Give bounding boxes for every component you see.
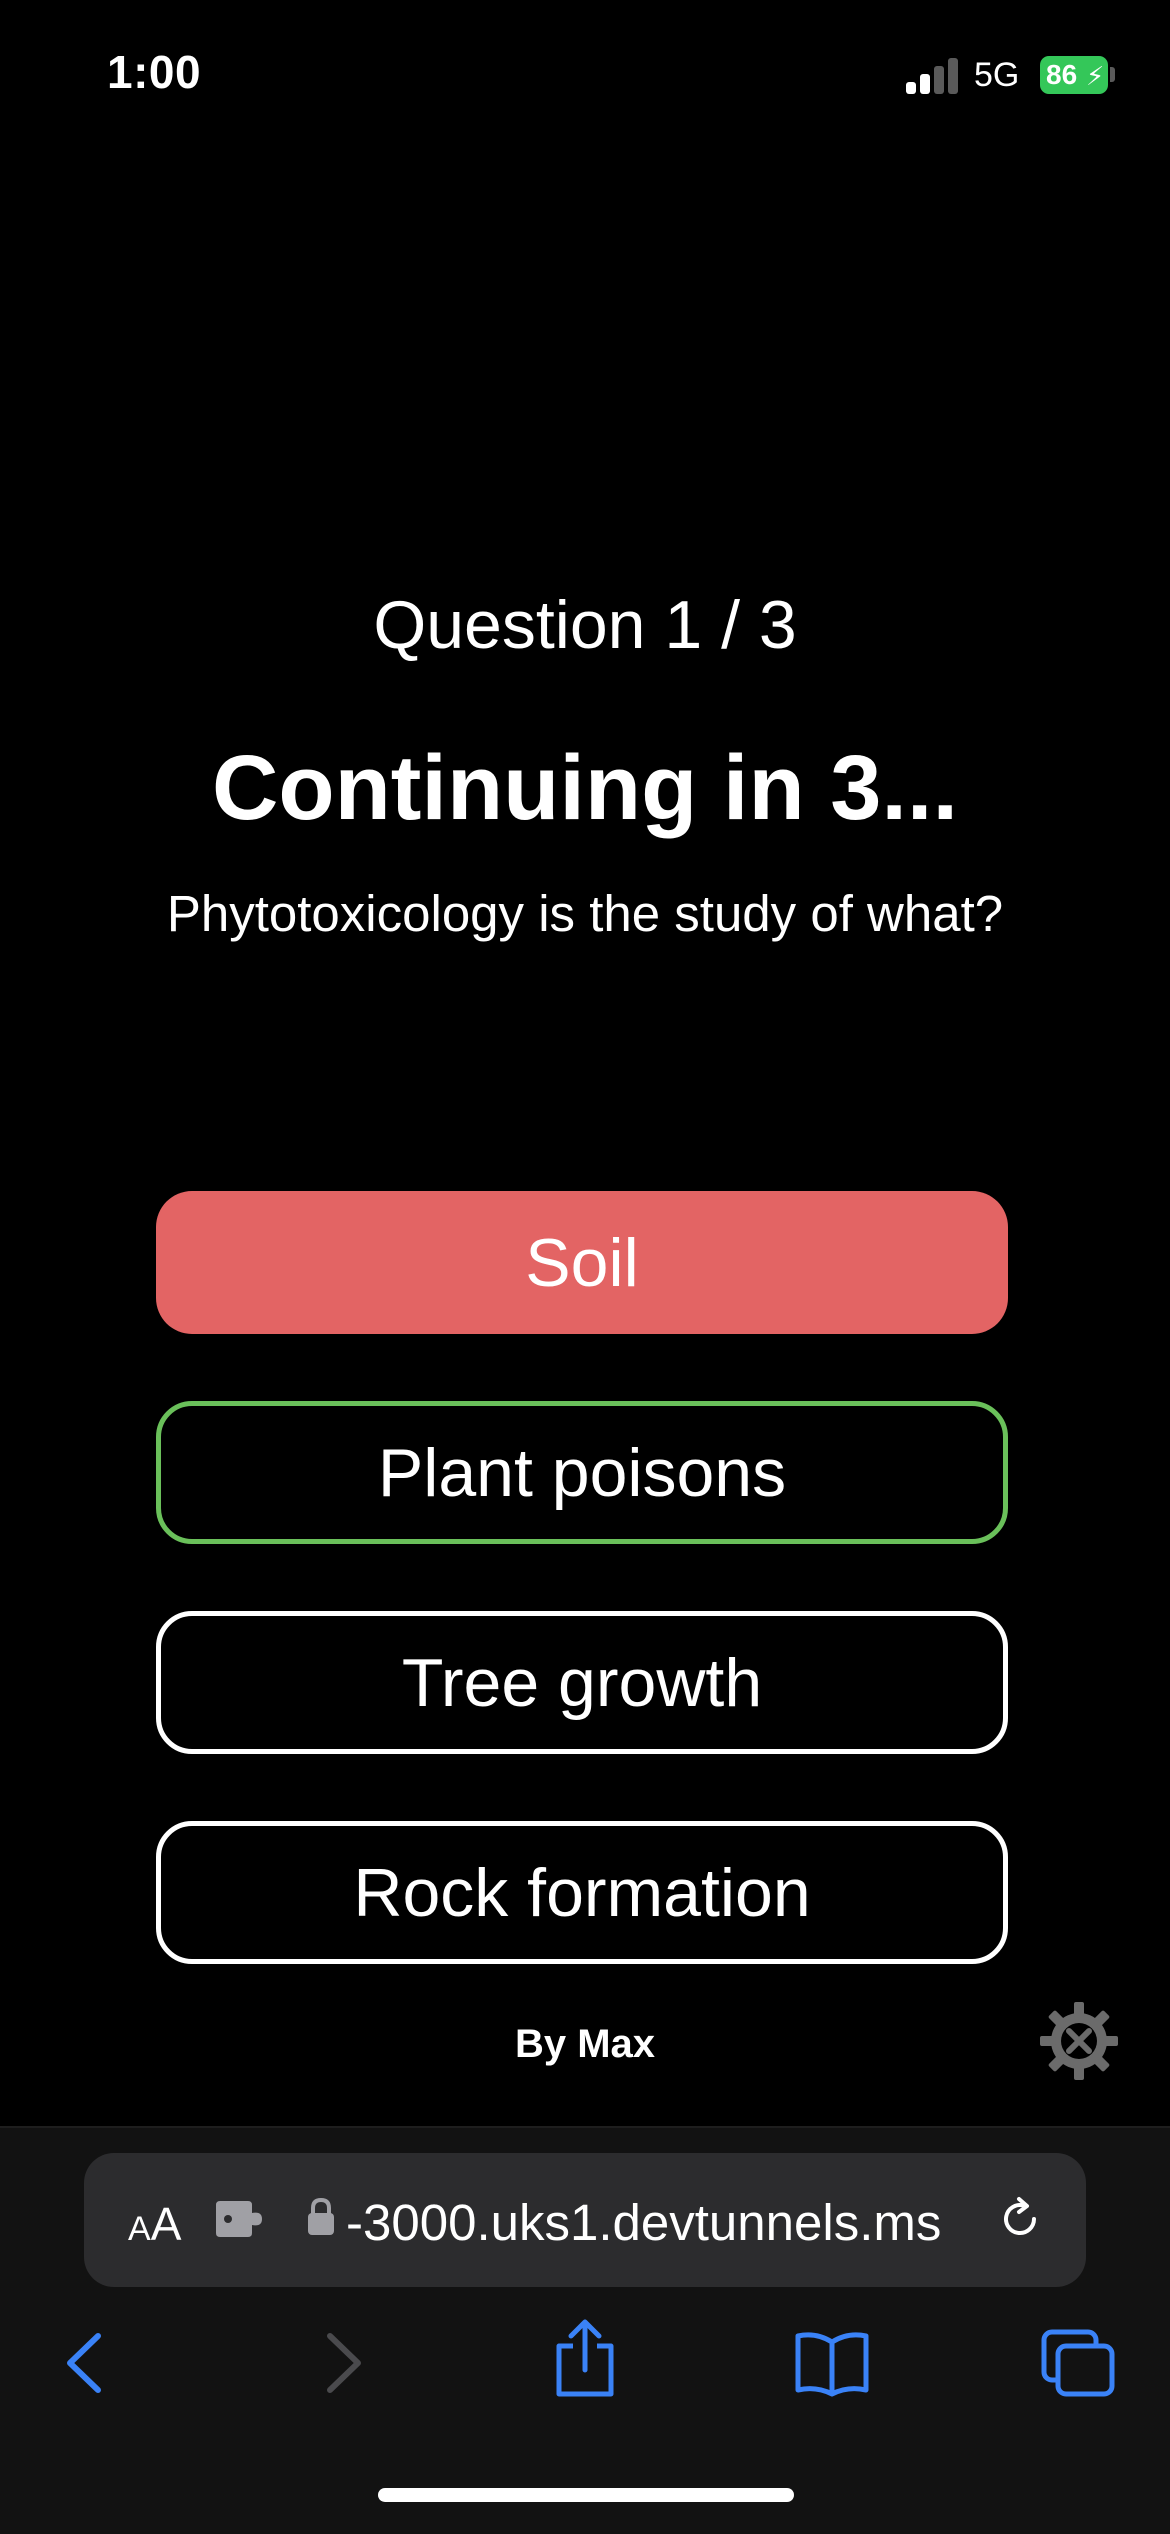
question-counter: Question 1 / 3 — [373, 587, 797, 663]
author-credit: By Max — [514, 2022, 656, 2066]
charging-bolt-icon: ⚡ — [1086, 61, 1105, 91]
settings-gear-icon[interactable] — [1038, 2000, 1120, 2082]
lock-icon — [308, 2197, 334, 2235]
home-indicator[interactable] — [378, 2488, 794, 2502]
answer-label: Rock formation — [353, 1854, 811, 1931]
reload-icon[interactable] — [994, 2193, 1046, 2245]
extension-icon[interactable] — [214, 2199, 264, 2239]
forward-icon[interactable] — [302, 2328, 378, 2398]
bookmarks-icon[interactable] — [794, 2328, 870, 2398]
back-icon[interactable] — [50, 2328, 126, 2398]
answer-option-tree-growth[interactable]: Tree growth — [156, 1611, 1008, 1754]
battery-level: 86 — [1046, 59, 1078, 90]
address-bar[interactable]: AA -3000.uks1.devtunnels.ms — [84, 2153, 1086, 2287]
reader-text-size-button[interactable]: AA — [128, 2197, 181, 2251]
answer-label: Plant poisons — [377, 1434, 787, 1511]
countdown-heading: Continuing in 3... — [211, 737, 959, 839]
answer-option-rock-formation[interactable]: Rock formation — [156, 1821, 1008, 1964]
tabs-icon[interactable] — [1040, 2328, 1116, 2398]
question-text: Phytotoxicology is the study of what? — [166, 885, 1004, 942]
battery-cap — [1110, 67, 1115, 82]
share-icon[interactable] — [547, 2318, 623, 2398]
status-bar: 1:00 5G 86 ⚡ — [0, 0, 1170, 150]
answer-label: Soil — [525, 1224, 639, 1301]
url-text[interactable]: -3000.uks1.devtunnels.ms — [346, 2193, 941, 2252]
cellular-signal-icon — [906, 56, 958, 94]
network-type: 5G — [974, 56, 1020, 94]
answer-option-soil[interactable]: Soil — [156, 1191, 1008, 1334]
answer-option-plant-poisons[interactable]: Plant poisons — [156, 1401, 1008, 1544]
answer-label: Tree growth — [401, 1644, 763, 1721]
status-time: 1:00 — [107, 46, 202, 98]
